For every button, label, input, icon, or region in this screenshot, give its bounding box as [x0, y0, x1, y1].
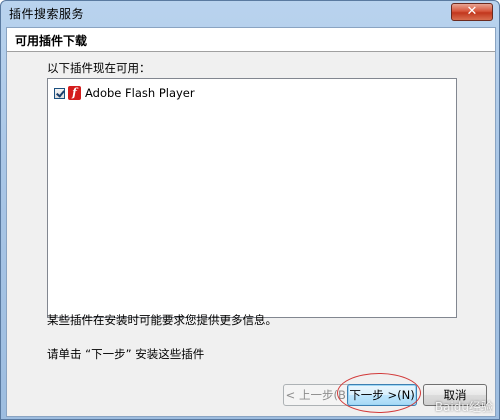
window-title: 插件搜索服务 — [9, 7, 85, 21]
info-note: 某些插件在安装时可能要求您提供更多信息。 — [47, 313, 277, 327]
hint-text: 请单击 “下一步” 安装这些插件 — [47, 347, 205, 361]
title-bar[interactable]: 插件搜索服务 ✕ — [1, 1, 499, 27]
dialog-window: 插件搜索服务 ✕ 可用插件下载 以下插件现在可用： f Adobe Flash … — [0, 0, 500, 420]
list-item[interactable]: f Adobe Flash Player — [54, 85, 195, 101]
watermark: Baidu经验 — [434, 400, 493, 414]
plugin-checkbox[interactable] — [54, 87, 65, 99]
instruction-label: 以下插件现在可用： — [47, 61, 151, 75]
back-button[interactable]: < 上一步(B) — [283, 384, 353, 406]
next-button[interactable]: 下一步 >(N) — [347, 384, 417, 406]
plugin-list[interactable]: f Adobe Flash Player — [47, 78, 457, 318]
wizard-header: 可用插件下载 — [7, 28, 495, 52]
dialog-client-area: 可用插件下载 以下插件现在可用： f Adobe Flash Player 某些… — [6, 27, 496, 417]
plugin-label: Adobe Flash Player — [85, 86, 195, 100]
close-button[interactable]: ✕ — [451, 3, 493, 21]
flash-icon: f — [68, 86, 81, 100]
page-title: 可用插件下载 — [15, 34, 88, 48]
